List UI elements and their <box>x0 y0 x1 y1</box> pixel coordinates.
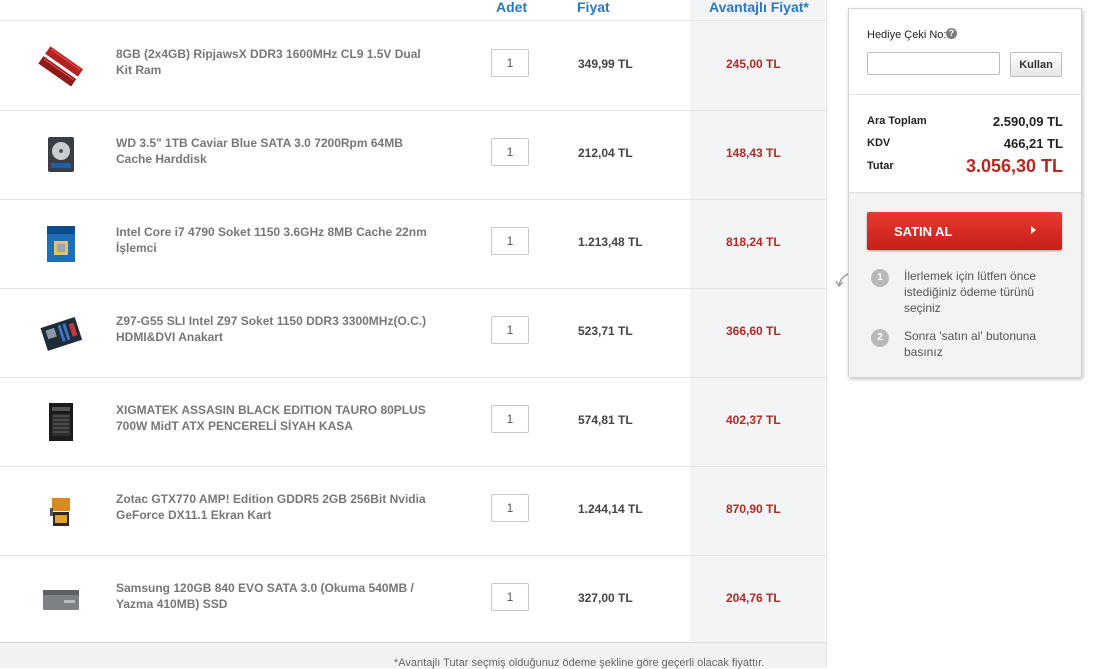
quantity-input[interactable] <box>491 227 529 255</box>
step-text: Sonra 'satın al' butonuna basınız <box>904 329 1037 359</box>
product-price: 212,04 TL <box>578 146 633 160</box>
subtotal-label: Ara Toplam <box>867 115 927 127</box>
product-name[interactable]: Intel Core i7 4790 Soket 1150 3.6GHz 8MB… <box>116 224 436 256</box>
product-price: 574,81 TL <box>578 413 633 427</box>
product-name[interactable]: Samsung 120GB 840 EVO SATA 3.0 (Okuma 54… <box>116 580 436 612</box>
product-price: 1.213,48 TL <box>578 235 643 249</box>
step-number-badge: 1 <box>871 269 889 287</box>
advantaged-price-header: Avantajlı Fiyat* <box>709 0 809 15</box>
ssd-icon[interactable] <box>38 577 84 623</box>
product-name[interactable]: 8GB (2x4GB) RipjawsX DDR3 1600MHz CL9 1.… <box>116 46 436 78</box>
qty-header: Adet <box>496 0 528 15</box>
table-row: Z97-G55 SLI Intel Z97 Soket 1150 DDR3 33… <box>0 288 826 378</box>
product-name[interactable]: Zotac GTX770 AMP! Edition GDDR5 2GB 256B… <box>116 491 436 523</box>
table-row: 8GB (2x4GB) RipjawsX DDR3 1600MHz CL9 1.… <box>0 21 826 111</box>
table-row: WD 3.5" 1TB Caviar Blue SATA 3.0 7200Rpm… <box>0 110 826 200</box>
table-header: Adet Fiyat Avantajlı Fiyat* <box>0 0 826 21</box>
table-row: Intel Core i7 4790 Soket 1150 3.6GHz 8MB… <box>0 199 826 289</box>
product-name[interactable]: XIGMATEK ASSASIN BLACK EDITION TAURO 80P… <box>116 402 436 434</box>
vat-label: KDV <box>867 137 891 149</box>
total-label: Tutar <box>867 160 894 172</box>
motherboard-icon[interactable] <box>38 310 84 356</box>
advantaged-price: 818,24 TL <box>726 235 781 249</box>
table-footer: *Avantajlı Tutar seçmiş olduğunuz ödeme … <box>0 642 826 669</box>
advantaged-price: 204,76 TL <box>726 591 781 605</box>
play-arrow-icon <box>1031 226 1036 234</box>
price-header: Fiyat <box>577 0 610 15</box>
advantaged-price: 148,43 TL <box>726 146 781 160</box>
checkout-panel: SATIN AL 1 İlerlemek için lütfen önce is… <box>849 192 1081 377</box>
advantaged-price: 402,37 TL <box>726 413 781 427</box>
divider <box>849 94 1081 95</box>
ram-icon[interactable] <box>38 43 84 89</box>
step-text: İlerlemek için lütfen önce istediğiniz ö… <box>904 269 1037 315</box>
product-price: 349,99 TL <box>578 57 633 71</box>
graphics-card-icon[interactable] <box>38 488 84 534</box>
product-name[interactable]: Z97-G55 SLI Intel Z97 Soket 1150 DDR3 33… <box>116 313 436 345</box>
pc-case-icon[interactable] <box>38 399 84 445</box>
cpu-box-icon[interactable] <box>38 221 84 267</box>
product-price: 523,71 TL <box>578 324 633 338</box>
table-row: Zotac GTX770 AMP! Edition GDDR5 2GB 256B… <box>0 466 826 556</box>
buy-button[interactable]: SATIN AL <box>867 212 1062 250</box>
quantity-input[interactable] <box>491 316 529 344</box>
quantity-input[interactable] <box>491 583 529 611</box>
vat-value: 466,21 TL <box>1003 136 1063 151</box>
product-price: 327,00 TL <box>578 591 633 605</box>
advantaged-price: 245,00 TL <box>726 57 781 71</box>
order-summary: Hediye Çeki No: ? Kullan Ara Toplam 2.59… <box>848 8 1082 377</box>
buy-button-label: SATIN AL <box>894 223 953 239</box>
quantity-input[interactable] <box>491 138 529 166</box>
use-voucher-button[interactable]: Kullan <box>1010 52 1062 77</box>
total-value: 3.056,30 TL <box>965 156 1063 176</box>
quantity-input[interactable] <box>491 405 529 433</box>
cart-table: Adet Fiyat Avantajlı Fiyat* 8GB (2x4GB) … <box>0 0 827 669</box>
table-row: XIGMATEK ASSASIN BLACK EDITION TAURO 80P… <box>0 377 826 467</box>
gift-voucher-input[interactable] <box>867 52 1000 75</box>
gift-voucher-label: Hediye Çeki No: <box>867 29 947 41</box>
help-icon[interactable]: ? <box>946 28 957 39</box>
step-number-badge: 2 <box>871 329 889 347</box>
product-price: 1.244,14 TL <box>578 502 643 516</box>
product-name[interactable]: WD 3.5" 1TB Caviar Blue SATA 3.0 7200Rpm… <box>116 135 436 167</box>
footnote: *Avantajlı Tutar seçmiş olduğunuz ödeme … <box>394 657 765 669</box>
quantity-input[interactable] <box>491 49 529 77</box>
quantity-input[interactable] <box>491 494 529 522</box>
advantaged-price: 366,60 TL <box>726 324 781 338</box>
subtotal-value: 2.590,09 TL <box>992 114 1063 129</box>
table-row: Samsung 120GB 840 EVO SATA 3.0 (Okuma 54… <box>0 555 826 645</box>
harddisk-icon[interactable] <box>38 132 84 178</box>
advantaged-price: 870,90 TL <box>726 502 781 516</box>
